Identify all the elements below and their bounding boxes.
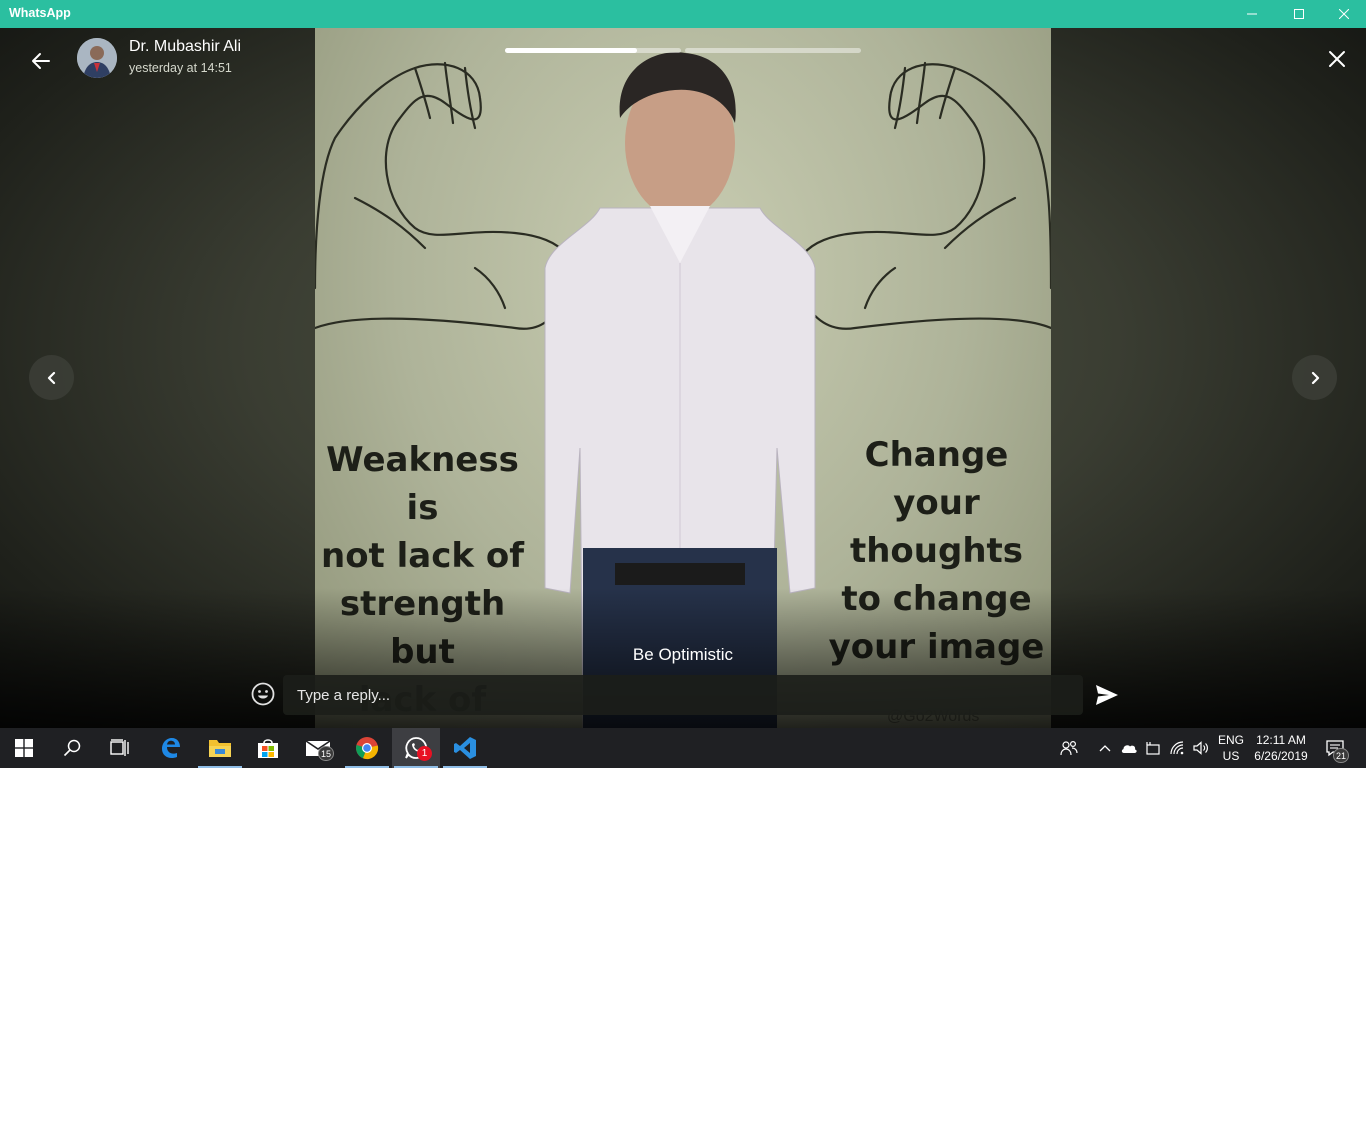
maximize-icon	[1294, 9, 1304, 19]
folder-icon	[209, 740, 231, 757]
maximize-button[interactable]	[1276, 0, 1322, 28]
taskbar-app-whatsapp[interactable]: 1	[392, 728, 440, 768]
back-arrow-icon	[32, 53, 50, 69]
network-button[interactable]	[1166, 728, 1190, 768]
back-button[interactable]	[24, 44, 58, 78]
quote-left-line: Weakness is	[326, 440, 519, 528]
people-icon	[1060, 740, 1078, 756]
battery-icon	[1146, 742, 1160, 755]
taskbar: 15 1 ENG US 12:11 AM 6/26/2019 21	[0, 728, 1366, 768]
send-icon	[1096, 685, 1118, 705]
status-viewer: Weakness is not lack of strength but lac…	[0, 28, 1366, 728]
send-button[interactable]	[1093, 681, 1121, 709]
vscode-icon	[454, 737, 476, 759]
taskbar-app-edge[interactable]	[146, 728, 194, 768]
minimize-button[interactable]	[1229, 0, 1275, 28]
start-button[interactable]	[0, 728, 48, 768]
wifi-icon	[1170, 741, 1184, 755]
clock-date: 6/26/2019	[1254, 749, 1308, 763]
region-code: US	[1222, 749, 1240, 763]
avatar-photo	[77, 38, 117, 78]
reply-bar	[0, 673, 1366, 718]
input-language[interactable]: ENG US	[1214, 728, 1248, 768]
speaker-icon	[1193, 741, 1208, 755]
taskbar-app-vscode[interactable]	[441, 728, 489, 768]
minimize-icon	[1247, 13, 1257, 15]
chevron-up-icon	[1099, 745, 1111, 752]
chrome-icon	[356, 737, 379, 760]
notification-badge: 21	[1332, 748, 1349, 763]
language-code: ENG	[1217, 733, 1244, 747]
task-view-icon	[110, 739, 129, 756]
quote-right-line: Change your	[864, 435, 1009, 523]
taskbar-app-chrome[interactable]	[343, 728, 391, 768]
status-image[interactable]: Weakness is not lack of strength but lac…	[315, 28, 1051, 728]
title-bar: WhatsApp	[0, 0, 1366, 28]
power-button[interactable]	[1142, 728, 1164, 768]
status-caption: Be Optimistic	[632, 645, 734, 664]
emoji-button[interactable]	[250, 681, 276, 707]
search-button[interactable]	[48, 728, 96, 768]
whatsapp-badge: 1	[417, 746, 432, 761]
taskbar-app-store[interactable]	[244, 728, 292, 768]
mail-badge: 15	[317, 746, 334, 761]
previous-status-button[interactable]	[29, 355, 74, 400]
quote-right-line: to change	[841, 579, 1032, 619]
status-progress-1-fill	[505, 48, 637, 53]
people-button[interactable]	[1055, 728, 1083, 768]
avatar[interactable]	[77, 38, 117, 78]
quote-right: Change your thoughts to change your imag…	[822, 431, 1051, 671]
next-status-button[interactable]	[1292, 355, 1337, 400]
edge-icon	[162, 738, 180, 759]
close-window-button[interactable]	[1321, 0, 1366, 28]
taskbar-app-file-explorer[interactable]	[196, 728, 244, 768]
window-title: WhatsApp	[9, 6, 71, 20]
status-progress-2	[685, 48, 861, 53]
close-status-button[interactable]	[1320, 42, 1354, 76]
chevron-left-icon	[47, 371, 55, 384]
onedrive-button[interactable]	[1117, 728, 1141, 768]
action-center-button[interactable]: 21	[1318, 728, 1352, 768]
quote-right-line: thoughts	[849, 531, 1024, 571]
status-timestamp: yesterday at 14:51	[129, 61, 232, 75]
contact-name: Dr. Mubashir Ali	[129, 38, 242, 55]
reply-input[interactable]	[283, 675, 1083, 715]
windows-icon	[15, 739, 33, 757]
search-icon	[63, 739, 81, 757]
clock-time: 12:11 AM	[1256, 733, 1306, 747]
status-progress-1	[505, 48, 681, 53]
quote-left-line: not lack of	[320, 536, 524, 576]
volume-button[interactable]	[1190, 728, 1212, 768]
task-view-button[interactable]	[96, 728, 144, 768]
close-icon	[1339, 9, 1349, 19]
chevron-right-icon	[1311, 371, 1319, 384]
taskbar-app-mail[interactable]: 15	[294, 728, 342, 768]
emoji-icon	[251, 682, 275, 706]
store-icon	[258, 739, 278, 758]
cloud-icon	[1121, 745, 1137, 753]
clock[interactable]: 12:11 AM 6/26/2019	[1250, 728, 1312, 768]
show-hidden-icons-button[interactable]	[1094, 728, 1116, 768]
close-icon	[1329, 51, 1345, 67]
